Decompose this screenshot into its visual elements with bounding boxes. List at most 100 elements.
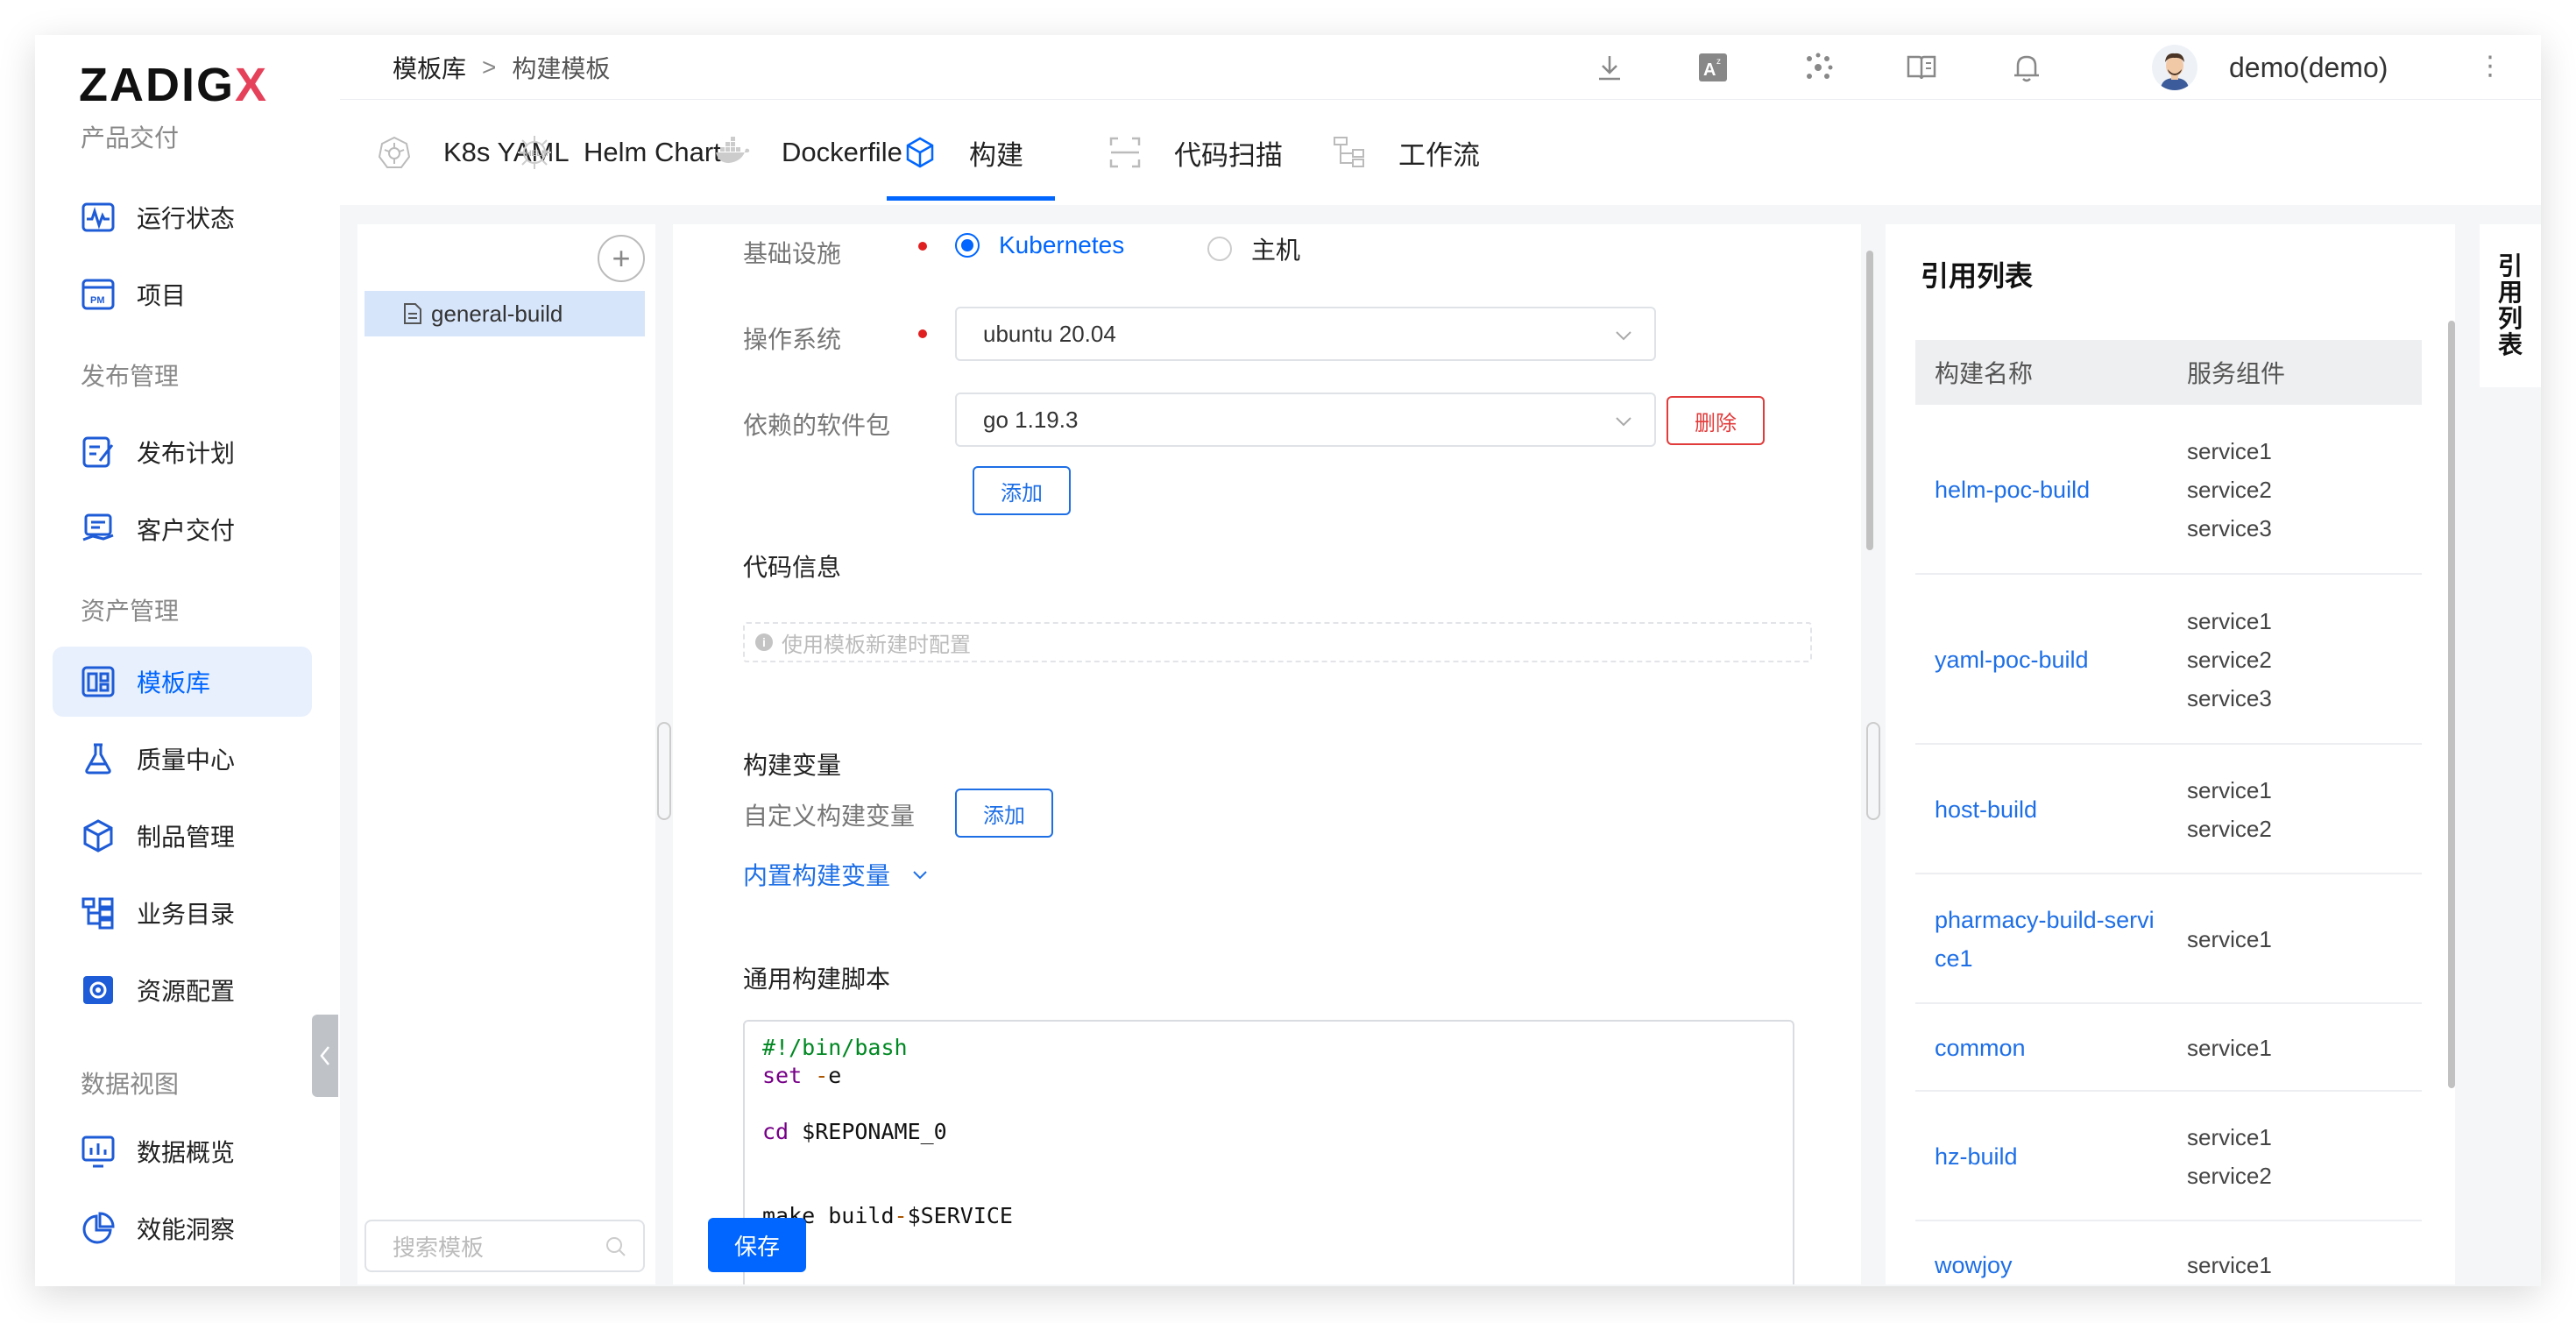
tab-helm-chart[interactable]: HELM Helm Chart [515,100,721,205]
right-panel-resize-handle[interactable] [1866,722,1880,820]
package-select[interactable]: go 1.19.3 [955,393,1656,447]
add-template-button[interactable]: + [598,235,645,282]
chevron-down-icon [1616,417,1631,427]
radio-host[interactable]: 主机 [1207,231,1300,266]
workflow-icon [1330,133,1369,172]
breadcrumb-build-template: 构建模板 [512,55,611,82]
form-scrollbar[interactable] [1866,251,1873,550]
reference-row: wowjoy service1 [1915,1221,2422,1284]
sidebar-item-projects[interactable]: PM 项目 [53,259,312,329]
sidebar: ZADIG X 产品交付 运行状态 PM 项目 发布管理 发布计划 客户交付 资产… [35,35,340,1286]
reference-services: service1 service2 service3 [2187,602,2272,718]
service-name: service3 [2187,685,2272,711]
avatar [2152,45,2197,90]
sidebar-item-catalog[interactable]: 业务目录 [53,878,312,948]
template-item-general-build[interactable]: general-build [364,291,645,336]
reference-build-link[interactable]: common [1935,1029,2162,1067]
docker-icon [713,133,752,172]
translate-icon[interactable]: Az [1695,49,1731,86]
catalog-tree-icon [81,895,116,930]
chevron-down-icon [1616,331,1631,341]
breadcrumb-template-library[interactable]: 模板库 [393,50,466,85]
sidebar-collapse-button[interactable] [312,1015,338,1097]
build-vars-title: 构建变量 [743,752,842,779]
reference-row: pharmacy-build-service1 service1 [1915,874,2422,1004]
script-line [762,1146,1775,1174]
tab-build[interactable]: 构建 [901,100,1023,205]
service-name: service1 [2187,1124,2272,1150]
build-script-editor[interactable]: #!/bin/bash set -e cd $REPONAME_0 make b… [743,1020,1794,1284]
reference-scrollbar[interactable] [2448,321,2455,1088]
sidebar-item-data-overview[interactable]: 数据概览 [53,1116,312,1186]
sidebar-item-customer-delivery[interactable]: 客户交付 [53,494,312,564]
bell-icon[interactable] [2008,49,2045,86]
script-line [762,1090,1775,1118]
section-title-assets: 资产管理 [81,598,180,625]
radio-kubernetes[interactable]: Kubernetes [955,231,1124,259]
sidebar-item-quality-center[interactable]: 质量中心 [53,724,312,794]
os-label: 操作系统 [743,326,842,353]
chevron-left-icon [320,1046,329,1065]
reference-build-link[interactable]: pharmacy-build-service1 [1935,901,2162,978]
service-name: service2 [2187,477,2272,503]
sidebar-item-status[interactable]: 运行状态 [53,182,312,252]
tab-workflow[interactable]: 工作流 [1330,100,1480,205]
user-name: demo(demo) [2229,51,2388,83]
reference-services: service1 service2 service3 [2187,432,2272,548]
save-button[interactable]: 保存 [708,1218,806,1272]
search-icon [606,1237,626,1256]
tab-dockerfile[interactable]: Dockerfile [713,100,902,205]
sidebar-item-insights[interactable]: 效能洞察 [53,1193,312,1263]
reference-list-side-tab[interactable]: 引用列表 [2480,224,2541,387]
os-select[interactable]: ubuntu 20.04 [955,307,1656,361]
user-menu[interactable]: demo(demo) [2152,35,2388,100]
more-vertical-icon[interactable]: ⋮ [2474,51,2506,86]
required-marker [918,329,927,338]
script-line: make build-$SERVICE [762,1203,1013,1228]
builtin-vars-toggle[interactable]: 内置构建变量 [743,857,931,892]
top-header: 模板库 > 构建模板 Az demo(demo) ⋮ [340,35,2541,100]
section-title-delivery: 产品交付 [81,124,180,152]
service-name: service3 [2187,515,2272,541]
data-chart-icon [81,1134,116,1169]
breadcrumb: 模板库 > 构建模板 [393,35,610,100]
svg-text:PM: PM [90,295,105,306]
reference-services: service1 service2 [2187,1118,2272,1195]
tab-code-scan[interactable]: 代码扫描 [1106,100,1283,205]
add-package-button[interactable]: 添加 [973,466,1071,515]
code-info-hint: i 使用模板新建时配置 [743,622,1812,662]
reference-build-link[interactable]: wowjoy [1935,1246,2162,1284]
build-template-form: 基础设施 Kubernetes 主机 操作系统 ubuntu 20.04 依赖的… [673,224,1861,1284]
left-panel-resize-handle[interactable] [657,722,671,820]
sidebar-item-resources[interactable]: 资源配置 [53,955,312,1025]
service-name: service2 [2187,816,2272,842]
reference-build-link[interactable]: hz-build [1935,1137,2162,1176]
docs-book-icon[interactable] [1903,49,1940,86]
sidebar-item-artifacts[interactable]: 制品管理 [53,801,312,871]
service-name: service1 [2187,777,2272,803]
service-name: service1 [2187,1252,2272,1278]
build-cube-icon [901,133,939,172]
app-window: ZADIG X 产品交付 运行状态 PM 项目 发布管理 发布计划 客户交付 资产… [35,35,2541,1286]
reference-build-link[interactable]: helm-poc-build [1935,470,2162,509]
add-custom-var-button[interactable]: 添加 [955,789,1053,838]
reference-services: service1 [2187,1246,2272,1284]
template-search-input[interactable]: 搜索模板 [364,1220,645,1272]
reference-row: yaml-poc-build service1 service2 service3 [1915,575,2422,745]
breadcrumb-separator: > [482,53,497,81]
script-line: #!/bin/bash [762,1035,908,1060]
delete-package-button[interactable]: 删除 [1667,396,1765,445]
reference-build-link[interactable]: yaml-poc-build [1935,640,2162,679]
plugin-dots-icon[interactable] [1800,49,1836,86]
resource-gear-icon [81,973,116,1008]
reference-build-link[interactable]: host-build [1935,790,2162,829]
logo[interactable]: ZADIG X [79,54,268,116]
reference-services: service1 service2 [2187,771,2272,848]
svg-text:HELM: HELM [526,149,548,158]
active-tab-indicator [887,196,1055,201]
sidebar-item-release-plan[interactable]: 发布计划 [53,417,312,487]
download-icon[interactable] [1591,49,1628,86]
section-title-data: 数据视图 [81,1071,180,1098]
sidebar-item-template-library[interactable]: 模板库 [53,647,312,717]
column-services: 服务组件 [2187,360,2286,387]
